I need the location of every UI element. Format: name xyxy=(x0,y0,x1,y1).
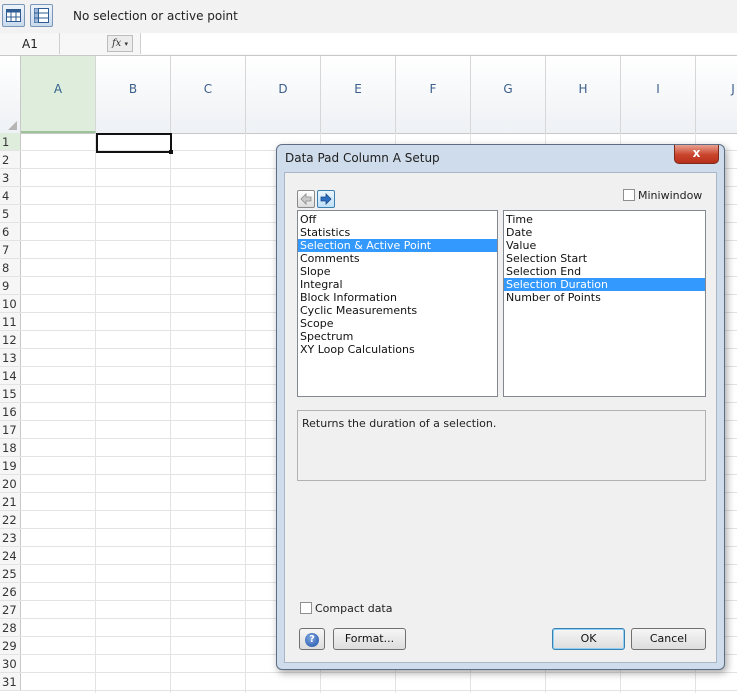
row-header[interactable]: 8 xyxy=(0,259,21,276)
row-header[interactable]: 13 xyxy=(0,349,21,366)
fx-label: fx xyxy=(111,38,122,49)
help-icon: ? xyxy=(305,633,319,647)
row-header[interactable]: 10 xyxy=(0,295,21,312)
table-row: 31 xyxy=(0,673,737,691)
column-header[interactable]: I xyxy=(621,56,696,133)
help-button[interactable]: ? xyxy=(299,628,325,650)
select-all-corner[interactable] xyxy=(0,56,21,133)
list-item[interactable]: Slope xyxy=(298,265,497,278)
format-button[interactable]: Format... xyxy=(333,628,406,650)
row-header[interactable]: 30 xyxy=(0,655,21,672)
column-header[interactable]: E xyxy=(321,56,396,133)
list-item[interactable]: Integral xyxy=(298,278,497,291)
row-header[interactable]: 15 xyxy=(0,385,21,402)
forward-button[interactable] xyxy=(317,190,335,208)
list-item[interactable]: Selection & Active Point xyxy=(298,239,497,252)
list-item[interactable]: Time xyxy=(504,213,705,226)
list-item[interactable]: Selection Start xyxy=(504,252,705,265)
row-header[interactable]: 7 xyxy=(0,241,21,258)
list-item[interactable]: Selection End xyxy=(504,265,705,278)
list-item[interactable]: Comments xyxy=(298,252,497,265)
row-header[interactable]: 17 xyxy=(0,421,21,438)
row-header[interactable]: 24 xyxy=(0,547,21,564)
dialog-title: Data Pad Column A Setup xyxy=(285,151,440,165)
toolbar: No selection or active point xyxy=(0,0,737,34)
compact-data-label: Compact data xyxy=(315,602,393,615)
datapad-view-button[interactable] xyxy=(2,4,25,27)
category-list[interactable]: Off Statistics Selection & Active Point Com… xyxy=(297,210,498,397)
chevron-down-icon: ▾ xyxy=(124,40,129,48)
row-header[interactable]: 27 xyxy=(0,601,21,618)
column-header[interactable]: A xyxy=(21,56,96,133)
list-item[interactable]: Spectrum xyxy=(298,330,497,343)
list-item[interactable]: Number of Points xyxy=(504,291,705,304)
row-header[interactable]: 20 xyxy=(0,475,21,492)
active-cell[interactable] xyxy=(96,133,173,154)
column-header-row: ABCDEFGHIJ xyxy=(0,56,737,134)
column-header[interactable]: J xyxy=(696,56,737,133)
row-header[interactable]: 9 xyxy=(0,277,21,294)
column-header[interactable]: F xyxy=(396,56,471,133)
list-item[interactable]: Statistics xyxy=(298,226,497,239)
list-item[interactable]: Date xyxy=(504,226,705,239)
row-header[interactable]: 26 xyxy=(0,583,21,600)
list-item[interactable]: Selection Duration xyxy=(504,278,705,291)
cancel-button[interactable]: Cancel xyxy=(631,628,706,650)
list-item[interactable]: Off xyxy=(298,213,497,226)
formula-input[interactable] xyxy=(140,33,737,54)
description-box: Returns the duration of a selection. xyxy=(297,410,706,481)
row-header[interactable]: 29 xyxy=(0,637,21,654)
column-header[interactable]: C xyxy=(171,56,246,133)
column-header[interactable]: B xyxy=(96,56,171,133)
row-header[interactable]: 4 xyxy=(0,187,21,204)
row-header[interactable]: 25 xyxy=(0,565,21,582)
row-header[interactable]: 2 xyxy=(0,151,21,168)
row-header[interactable]: 11 xyxy=(0,313,21,330)
row-header[interactable]: 16 xyxy=(0,403,21,420)
row-header[interactable]: 6 xyxy=(0,223,21,240)
list-item[interactable]: Value xyxy=(504,239,705,252)
row-header[interactable]: 18 xyxy=(0,439,21,456)
row-header[interactable]: 5 xyxy=(0,205,21,222)
function-list[interactable]: Time Date Value Selection Start Selection En… xyxy=(503,210,706,397)
column-header[interactable]: H xyxy=(546,56,621,133)
description-text: Returns the duration of a selection. xyxy=(302,417,497,430)
status-text: No selection or active point xyxy=(73,9,238,23)
column-header[interactable]: D xyxy=(246,56,321,133)
datapad-setup-icon xyxy=(34,8,49,23)
arrow-left-icon xyxy=(300,193,312,205)
function-button[interactable]: fx ▾ xyxy=(107,35,133,52)
row-header[interactable]: 22 xyxy=(0,511,21,528)
list-item[interactable]: Scope xyxy=(298,317,497,330)
row-header[interactable]: 19 xyxy=(0,457,21,474)
miniwindow-label: Miniwindow xyxy=(638,189,703,202)
fill-handle[interactable] xyxy=(169,150,173,154)
close-icon: x xyxy=(692,146,701,160)
back-button[interactable] xyxy=(297,190,315,208)
list-item[interactable]: XY Loop Calculations xyxy=(298,343,497,356)
list-item[interactable]: Block Information xyxy=(298,291,497,304)
ok-button[interactable]: OK xyxy=(552,628,625,650)
miniwindow-checkbox[interactable] xyxy=(623,189,635,201)
arrow-right-icon xyxy=(320,193,332,205)
column-header[interactable]: G xyxy=(471,56,546,133)
row-header[interactable]: 1 xyxy=(0,133,21,150)
row-header[interactable]: 28 xyxy=(0,619,21,636)
close-button[interactable]: x xyxy=(674,145,719,164)
datapad-view-icon xyxy=(6,9,21,22)
row-header[interactable]: 3 xyxy=(0,169,21,186)
compact-data-checkbox[interactable] xyxy=(300,602,312,614)
row-header[interactable]: 12 xyxy=(0,331,21,348)
datapad-setup-button[interactable] xyxy=(30,4,53,27)
cell-reference[interactable]: A1 xyxy=(0,33,60,54)
dialog-body: Miniwindow Off Statistics Selection & Acti… xyxy=(284,172,717,663)
formula-bar: A1 fx ▾ xyxy=(0,33,737,56)
row-header[interactable]: 31 xyxy=(0,673,21,690)
list-item[interactable]: Cyclic Measurements xyxy=(298,304,497,317)
row-header[interactable]: 21 xyxy=(0,493,21,510)
datapad-setup-dialog: Data Pad Column A Setup x Miniwindow Off… xyxy=(276,144,725,670)
row-header[interactable]: 14 xyxy=(0,367,21,384)
row-header[interactable]: 23 xyxy=(0,529,21,546)
